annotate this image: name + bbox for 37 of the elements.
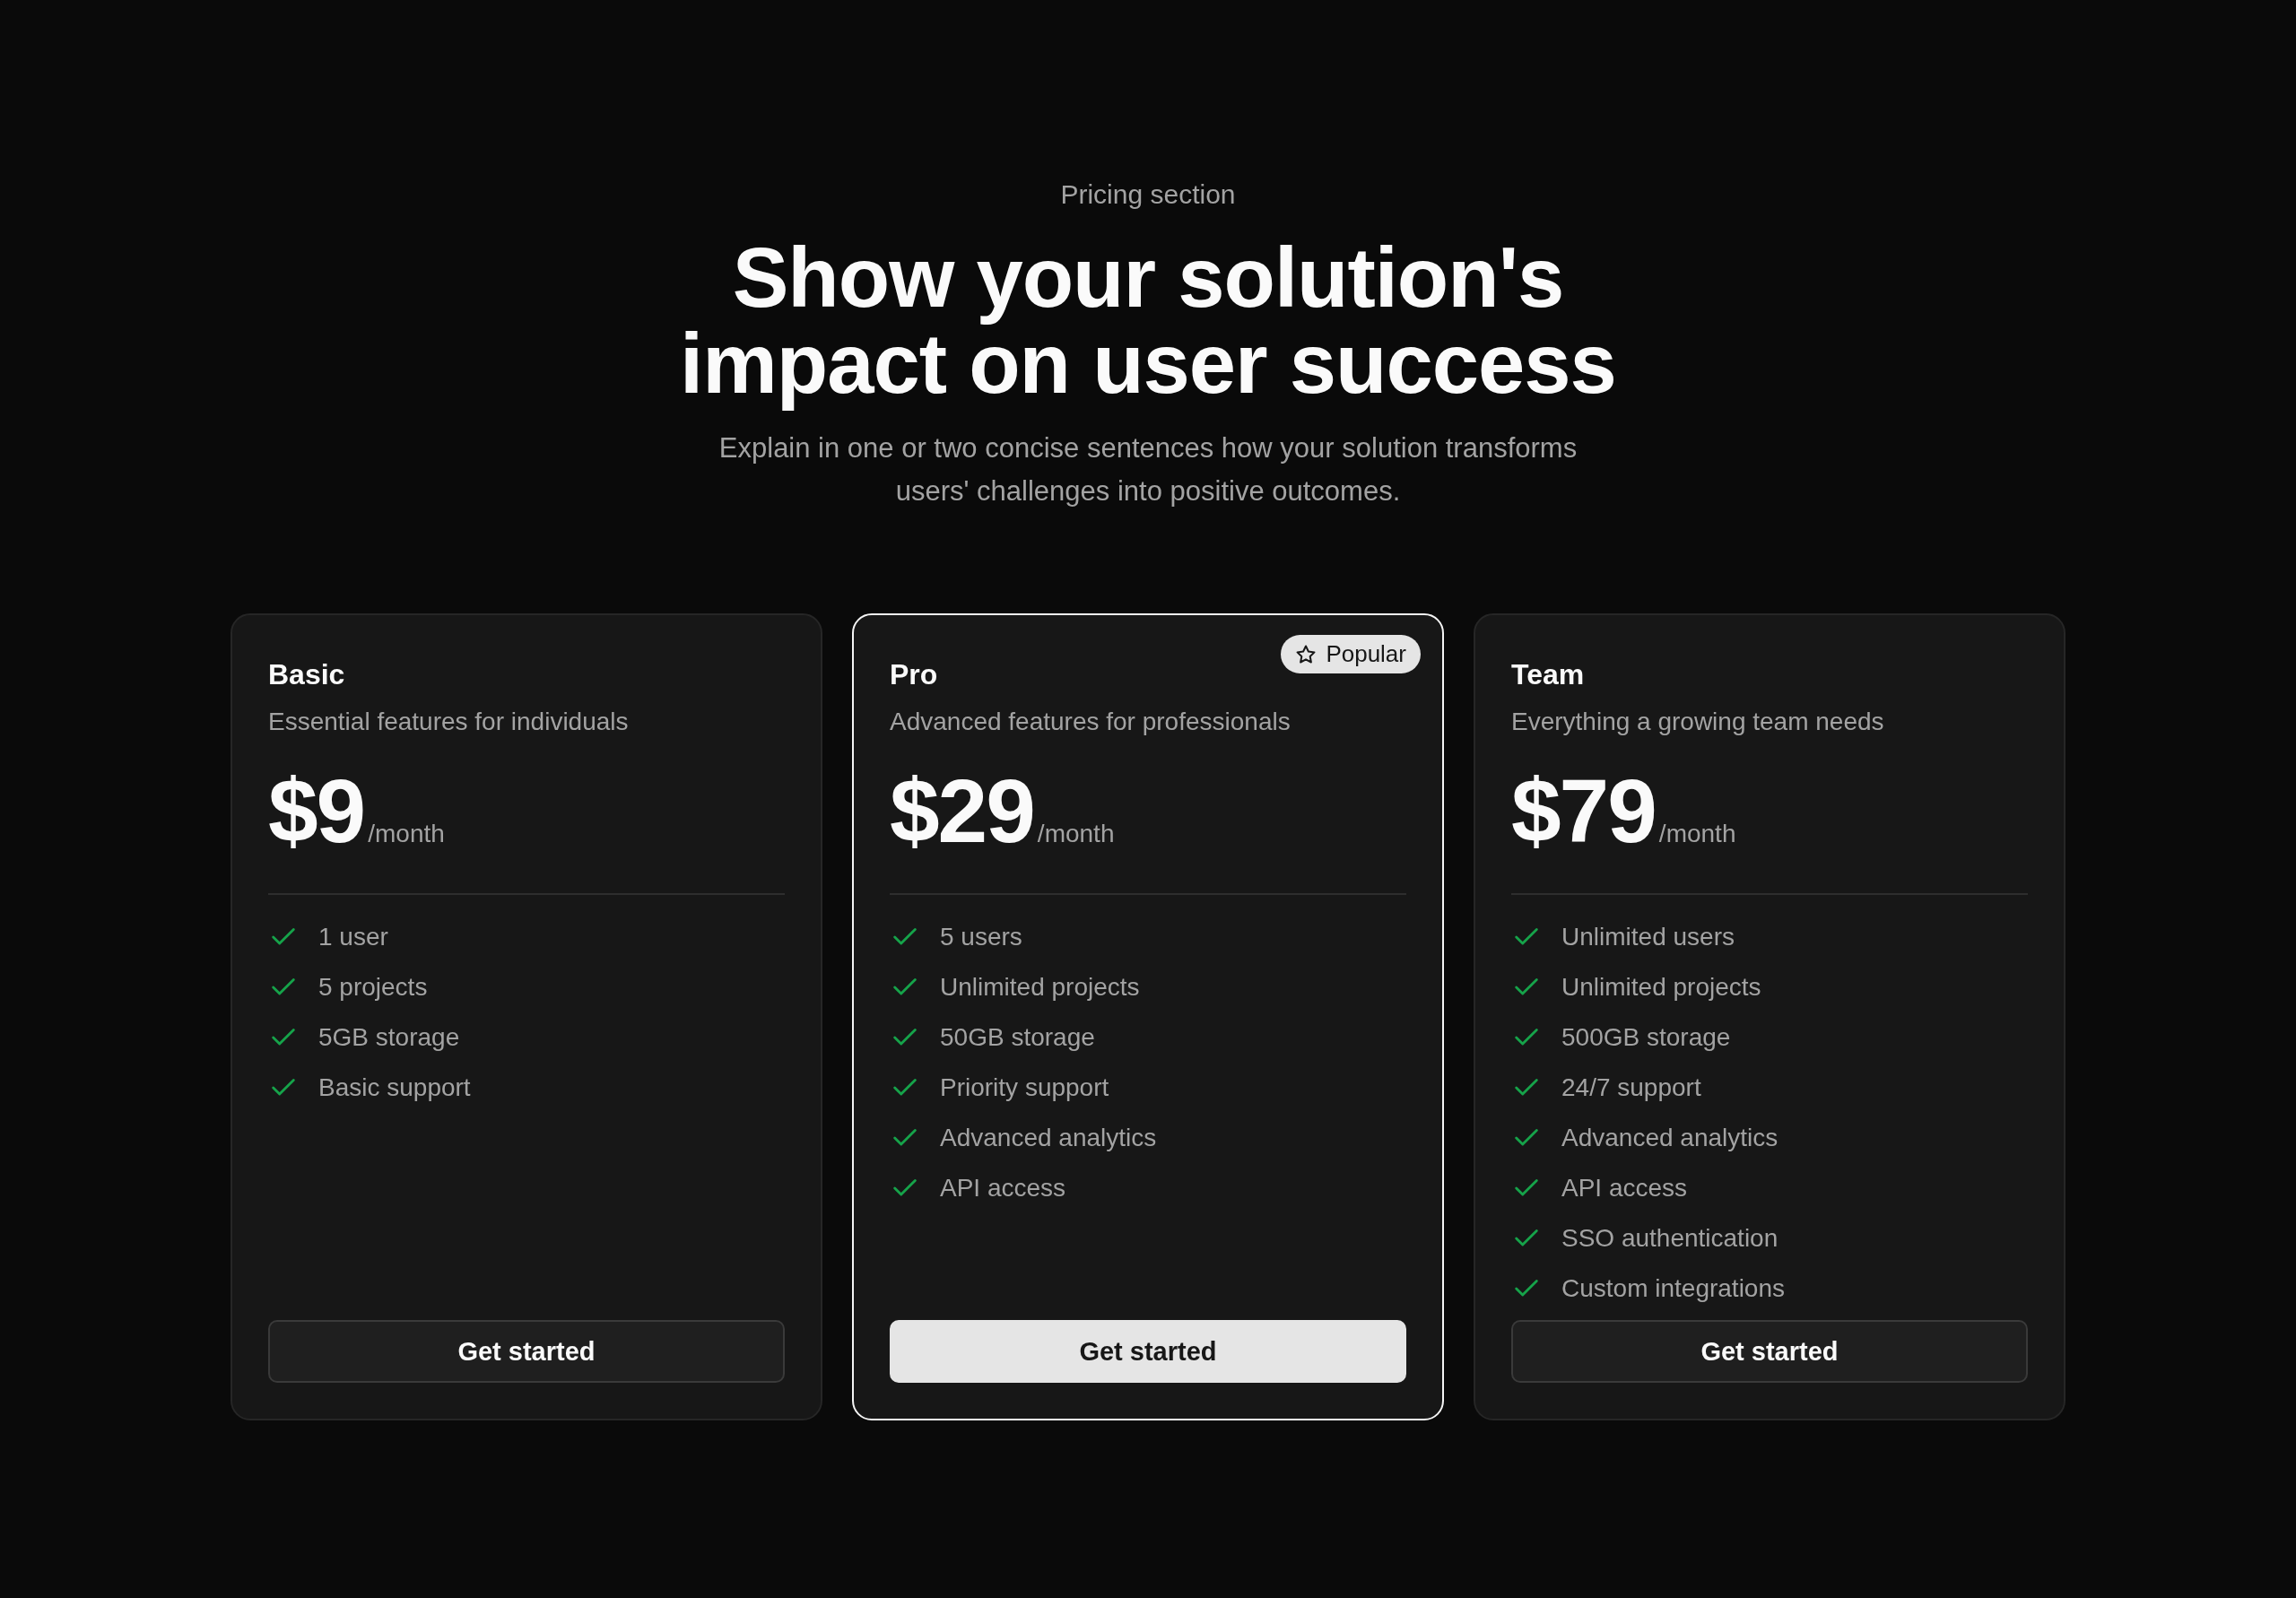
plan-price: $29 <box>890 760 1034 863</box>
feature-text: Unlimited users <box>1561 923 1735 951</box>
feature-text: 24/7 support <box>1561 1073 1701 1102</box>
plan-price: $9 <box>268 760 365 863</box>
feature-text: SSO authentication <box>1561 1224 1779 1253</box>
plan-name: Basic <box>268 658 345 691</box>
feature-text: 5GB storage <box>318 1023 460 1052</box>
feature-text: API access <box>940 1174 1066 1203</box>
price-period: /month <box>1658 820 1736 848</box>
plan-name: Pro <box>890 658 938 691</box>
feature-text: 1 user <box>318 923 388 951</box>
section-eyebrow: Pricing section <box>1060 179 1236 210</box>
plan-description: Everything a growing team needs <box>1511 708 1885 736</box>
get-started-button[interactable]: Get started <box>890 1320 1406 1383</box>
popular-badge: Popular <box>1281 635 1421 673</box>
star-icon <box>1295 643 1318 665</box>
plan-price: $79 <box>1511 760 1656 863</box>
feature-text: Advanced analytics <box>940 1124 1157 1152</box>
feature-text: 500GB storage <box>1561 1023 1731 1052</box>
feature-text: API access <box>1561 1174 1688 1203</box>
price-period: /month <box>1037 820 1115 848</box>
feature-text: 50GB storage <box>940 1023 1095 1052</box>
feature-text: Priority support <box>940 1073 1109 1102</box>
feature-text: Unlimited projects <box>1561 973 1761 1002</box>
feature-text: Unlimited projects <box>940 973 1140 1002</box>
section-subtitle: Explain in one or two concise sentences how your solution transforms users' challenges into positive outcomes. <box>718 431 1578 508</box>
feature-text: Custom integrations <box>1561 1274 1785 1303</box>
feature-text: 5 users <box>940 923 1022 951</box>
get-started-button[interactable]: Get started <box>268 1320 785 1383</box>
feature-text: Basic support <box>318 1073 471 1102</box>
feature-text: 5 projects <box>318 973 428 1002</box>
plan-description: Advanced features for professionals <box>890 708 1292 736</box>
feature-text: Advanced analytics <box>1561 1124 1779 1152</box>
get-started-button[interactable]: Get started <box>1511 1320 2028 1383</box>
plan-description: Essential features for individuals <box>268 708 630 736</box>
plan-name: Team <box>1511 658 1585 691</box>
price-period: /month <box>368 820 445 848</box>
